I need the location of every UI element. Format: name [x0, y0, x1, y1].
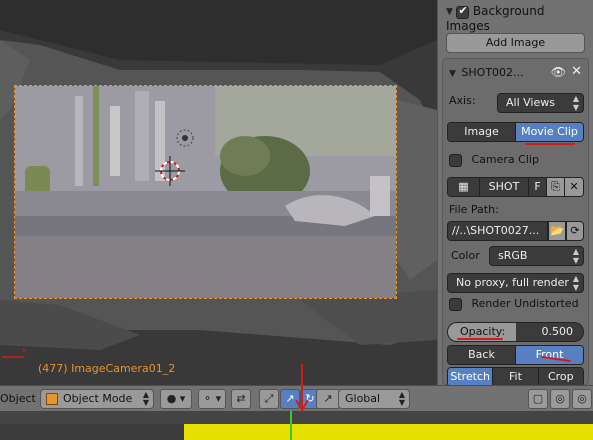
render-undistorted-label: Render Undistorted: [471, 297, 579, 310]
view-label: (477) ImageCamera01_2: [38, 362, 176, 375]
background-item-name: SHOT002...: [461, 66, 524, 79]
object-mode-icon: [46, 393, 58, 405]
keyframe-cache-bar: [184, 424, 593, 440]
color-label: Color: [451, 249, 480, 262]
proxy-dropdown[interactable]: No proxy, full render ▲ ▼: [447, 273, 584, 293]
axis-value: All Views: [506, 96, 555, 109]
remove-icon[interactable]: ✕: [571, 64, 582, 79]
dropdown-arrows-icon: ▲ ▼: [572, 274, 579, 292]
axis-dropdown[interactable]: All Views ▲ ▼: [497, 93, 584, 113]
render-preview-icon[interactable]: ◎: [550, 389, 570, 409]
annotation-underline: [525, 143, 575, 145]
properties-panel: ▼ Background Images Add Image ▼ SHOT002.…: [437, 0, 593, 387]
add-image-button[interactable]: Add Image: [446, 33, 585, 53]
tab-front[interactable]: Front: [516, 346, 583, 364]
file-path-label: File Path:: [449, 203, 499, 216]
tab-fit[interactable]: Fit: [493, 368, 539, 386]
background-image: [15, 86, 396, 298]
render-icon[interactable]: ◎: [572, 389, 592, 409]
fake-user-button[interactable]: F: [529, 178, 547, 196]
reload-icon[interactable]: ⟳: [566, 221, 584, 241]
manipulator-toggle-icon[interactable]: ⤢: [259, 389, 279, 409]
svg-text:x: x: [22, 346, 27, 355]
timeline[interactable]: [0, 411, 593, 440]
collapse-arrow-icon[interactable]: ▼: [446, 7, 453, 17]
camera-clip-checkbox[interactable]: [449, 153, 462, 167]
pivot-point-icon[interactable]: ⚬ ▾: [198, 389, 226, 409]
eye-icon[interactable]: 👁: [551, 65, 566, 79]
background-images-header[interactable]: ▼ Background Images: [446, 4, 585, 33]
3d-cursor-icon[interactable]: [155, 156, 185, 186]
folder-icon[interactable]: 📂: [548, 221, 566, 241]
tab-crop[interactable]: Crop: [538, 368, 583, 386]
3d-view-header: Object Object Mode ▲ ▼ ● ▾ ⚬ ▾ ⇄ ⤢ ↗ ↻ ↗ …: [0, 364, 593, 412]
object-menu[interactable]: Object: [0, 392, 36, 405]
viewport-shading-icon[interactable]: ● ▾: [160, 389, 192, 409]
dropdown-arrows-icon: ▲ ▼: [398, 390, 405, 407]
render-undistorted-checkbox[interactable]: [449, 297, 462, 311]
annotation-arrow: [295, 364, 309, 412]
camera-clip-label: Camera Clip: [471, 153, 539, 166]
unlink-clip-icon[interactable]: ✕: [565, 178, 583, 196]
color-space-dropdown[interactable]: sRGB ▲ ▼: [489, 246, 584, 266]
3d-viewport[interactable]: x (477) ImageCamera01_2: [0, 0, 437, 385]
object-origin-icon: [176, 129, 194, 147]
tab-stretch[interactable]: Stretch: [448, 368, 494, 386]
current-frame-cursor[interactable]: [290, 411, 292, 440]
clip-name[interactable]: SHOT: [480, 178, 529, 196]
background-item-box: ▼ SHOT002... 👁 ✕ Axis: All Views ▲ ▼ Imag…: [442, 58, 589, 387]
color-space-value: sRGB: [498, 249, 528, 262]
tab-movie-clip[interactable]: Movie Clip: [516, 123, 583, 141]
timeline-ruler[interactable]: [0, 411, 593, 424]
tab-back[interactable]: Back: [448, 346, 516, 364]
collapse-arrow-icon[interactable]: ▼: [449, 69, 456, 79]
mode-label: Object Mode: [63, 392, 133, 405]
clip-browse-icon[interactable]: ▦: [448, 178, 480, 196]
render-undistorted-row[interactable]: Render Undistorted: [449, 297, 579, 313]
axis-gizmo-icon: x: [2, 346, 27, 358]
background-images-checkbox[interactable]: [456, 4, 470, 19]
frame-method-tabs: Stretch Fit Crop: [447, 367, 584, 387]
opacity-label: Opacity:: [460, 325, 506, 338]
file-path-row: //..\SHOT0027... 📂 ⟳: [447, 221, 584, 241]
tab-image[interactable]: Image: [448, 123, 516, 141]
orientation-dropdown[interactable]: Global ▲ ▼: [338, 389, 410, 409]
clip-selector: ▦ SHOT F ⎘ ✕: [447, 177, 584, 197]
background-item-header[interactable]: ▼ SHOT002... 👁 ✕: [449, 64, 584, 84]
annotation-underline: [457, 338, 503, 340]
mode-dropdown[interactable]: Object Mode ▲ ▼: [40, 389, 154, 409]
camera-frame: [14, 85, 397, 299]
new-clip-icon[interactable]: ⎘: [547, 178, 565, 196]
orientation-label: Global: [345, 392, 381, 405]
source-tabs: Image Movie Clip: [447, 122, 584, 142]
dropdown-arrows-icon: ▲ ▼: [572, 247, 579, 265]
proxy-value: No proxy, full render: [456, 276, 569, 289]
layer-lock-icon[interactable]: ▢: [528, 389, 548, 409]
depth-tabs: Back Front: [447, 345, 584, 365]
axis-label: Axis:: [449, 94, 476, 107]
proportional-editing-icon[interactable]: ⇄: [231, 389, 251, 409]
dropdown-arrows-icon: ▲ ▼: [142, 390, 149, 407]
dropdown-arrows-icon: ▲ ▼: [572, 94, 579, 112]
file-path-input[interactable]: //..\SHOT0027...: [447, 221, 548, 241]
opacity-value: 0.500: [541, 325, 574, 338]
camera-clip-row[interactable]: Camera Clip: [449, 153, 539, 169]
transform-orientation-icon[interactable]: ↗: [316, 389, 340, 409]
